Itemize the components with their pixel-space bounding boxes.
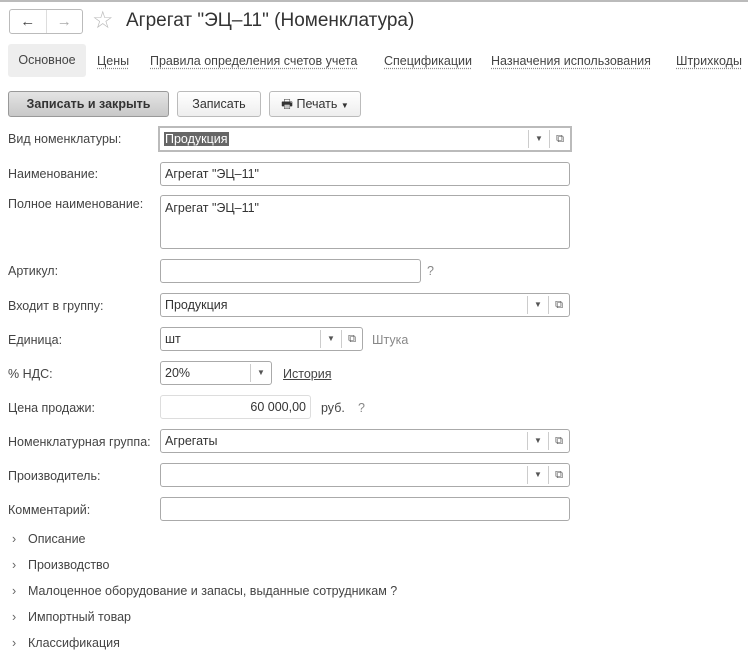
group-label: Описание: [28, 532, 86, 546]
article-input[interactable]: [160, 259, 421, 283]
dropdown-icon[interactable]: ▼: [527, 296, 548, 314]
manufacturer-label: Производитель:: [8, 469, 101, 483]
save-button[interactable]: Записать: [177, 91, 261, 117]
article-label: Артикул:: [8, 264, 59, 278]
comment-label: Комментарий:: [8, 503, 91, 517]
tab-main[interactable]: Основное: [8, 44, 86, 77]
tab-accounting-rules[interactable]: Правила определения счетов учета: [150, 54, 357, 68]
vat-field[interactable]: 20% ▼: [160, 361, 272, 385]
chevron-right-icon: ›: [12, 532, 17, 546]
kind-field[interactable]: Продукция ▼ ⧉: [158, 126, 572, 152]
dropdown-icon[interactable]: ▼: [527, 466, 548, 484]
chevron-right-icon: ›: [12, 610, 17, 624]
kind-label: Вид номенклатуры:: [8, 132, 122, 146]
group-label: Импортный товар: [28, 610, 131, 624]
chevron-down-icon: ▼: [340, 101, 349, 110]
forward-button[interactable]: →: [45, 10, 83, 33]
name-input[interactable]: Агрегат "ЭЦ–11": [160, 162, 570, 186]
print-label: Печать: [296, 97, 338, 111]
help-icon[interactable]: ?: [358, 401, 365, 415]
back-button[interactable]: ←: [10, 10, 46, 33]
group-low-value-equipment[interactable]: › Малоценное оборудование и запасы, выдан…: [12, 584, 397, 598]
printer-icon: 🖶: [281, 97, 293, 111]
full-name-textarea[interactable]: Агрегат "ЭЦ–11": [160, 195, 570, 249]
nom-group-field[interactable]: Агрегаты ▼ ⧉: [160, 429, 570, 453]
dropdown-icon[interactable]: ▼: [527, 432, 548, 450]
group-label: Классификация: [28, 636, 120, 650]
group-label: Входит в группу:: [8, 299, 104, 313]
group-label: Производство: [28, 558, 110, 572]
print-button[interactable]: 🖶 Печать ▼: [269, 91, 361, 117]
open-icon[interactable]: ⧉: [549, 130, 570, 148]
unit-hint: Штука: [372, 333, 409, 347]
manufacturer-field[interactable]: ▼ ⧉: [160, 463, 570, 487]
help-icon[interactable]: ?: [427, 264, 434, 278]
price-label: Цена продажи:: [8, 401, 95, 415]
page-title: Агрегат "ЭЦ–11" (Номенклатура): [126, 10, 415, 31]
save-and-close-button[interactable]: Записать и закрыть: [8, 91, 169, 117]
open-icon[interactable]: ⧉: [548, 296, 569, 314]
group-value: Продукция: [165, 298, 228, 312]
nom-group-label: Номенклатурная группа:: [8, 435, 151, 449]
group-label: Малоценное оборудование и запасы, выданн…: [28, 584, 387, 598]
currency-label: руб.: [321, 401, 345, 415]
open-icon[interactable]: ⧉: [548, 466, 569, 484]
vat-label: % НДС:: [8, 367, 53, 381]
tab-barcodes[interactable]: Штрихкоды: [676, 54, 742, 68]
dropdown-icon[interactable]: ▼: [320, 330, 341, 348]
dropdown-icon[interactable]: ▼: [528, 130, 549, 148]
kind-value: Продукция: [164, 132, 229, 146]
tab-prices[interactable]: Цены: [97, 54, 129, 68]
nom-group-value: Агрегаты: [165, 434, 218, 448]
chevron-right-icon: ›: [12, 636, 17, 650]
group-classification[interactable]: › Классификация: [12, 636, 120, 650]
vat-value: 20%: [165, 366, 191, 380]
chevron-right-icon: ›: [12, 558, 17, 572]
unit-field[interactable]: шт ▼ ⧉: [160, 327, 363, 351]
tab-usage[interactable]: Назначения использования: [491, 54, 651, 68]
favorite-star-icon[interactable]: ☆: [92, 6, 114, 35]
unit-value: шт: [165, 332, 181, 346]
unit-label: Единица:: [8, 333, 63, 347]
name-label: Наименование:: [8, 167, 99, 181]
open-icon[interactable]: ⧉: [341, 330, 362, 348]
price-input[interactable]: 60 000,00: [160, 395, 311, 419]
group-imported[interactable]: › Импортный товар: [12, 610, 131, 624]
chevron-right-icon: ›: [12, 584, 17, 598]
history-link[interactable]: История: [283, 367, 331, 381]
group-description[interactable]: › Описание: [12, 532, 86, 546]
full-name-label: Полное наименование:: [8, 197, 144, 211]
dropdown-icon[interactable]: ▼: [250, 364, 271, 382]
window-top-border: [0, 0, 748, 2]
open-icon[interactable]: ⧉: [548, 432, 569, 450]
navigation-buttons: ← →: [9, 9, 83, 34]
help-icon[interactable]: ?: [390, 584, 397, 598]
group-field[interactable]: Продукция ▼ ⧉: [160, 293, 570, 317]
group-production[interactable]: › Производство: [12, 558, 110, 572]
tab-specifications[interactable]: Спецификации: [384, 54, 472, 68]
comment-input[interactable]: [160, 497, 570, 521]
